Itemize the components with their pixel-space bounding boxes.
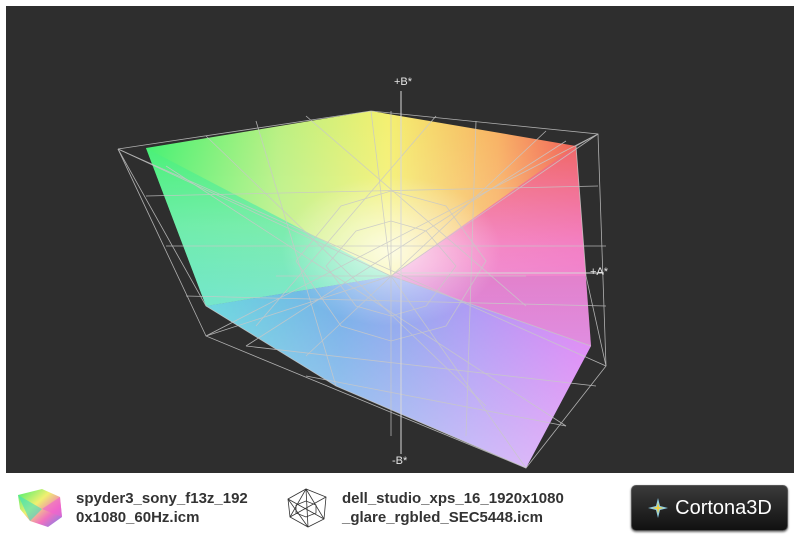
wireframe-gamut-icon (287, 488, 327, 528)
gamut-solid (146, 111, 591, 468)
axis-label-plus-a: +A* (590, 266, 609, 278)
legend-bar: spyder3_sony_f13z_192 0x1080_60Hz.icm de… (0, 475, 800, 547)
cortona3d-logo[interactable]: Cortona3D (631, 485, 788, 531)
axis-label-plus-b: +B* (394, 76, 413, 88)
color-gamut-solid-icon (18, 489, 62, 527)
legend-item-sony[interactable]: spyder3_sony_f13z_192 0x1080_60Hz.icm (16, 487, 248, 529)
cortona-star-icon (648, 498, 669, 518)
3d-gamut-viewport[interactable]: +B* -B* +A* (6, 6, 794, 473)
legend-label-sony: spyder3_sony_f13z_192 0x1080_60Hz.icm (76, 490, 248, 526)
legend-label-dell: dell_studio_xps_16_1920x1080 _glare_rgbl… (342, 490, 564, 526)
axis-label-minus-b: -B* (392, 455, 408, 467)
legend-item-dell[interactable]: dell_studio_xps_16_1920x1080 _glare_rgbl… (282, 487, 564, 529)
